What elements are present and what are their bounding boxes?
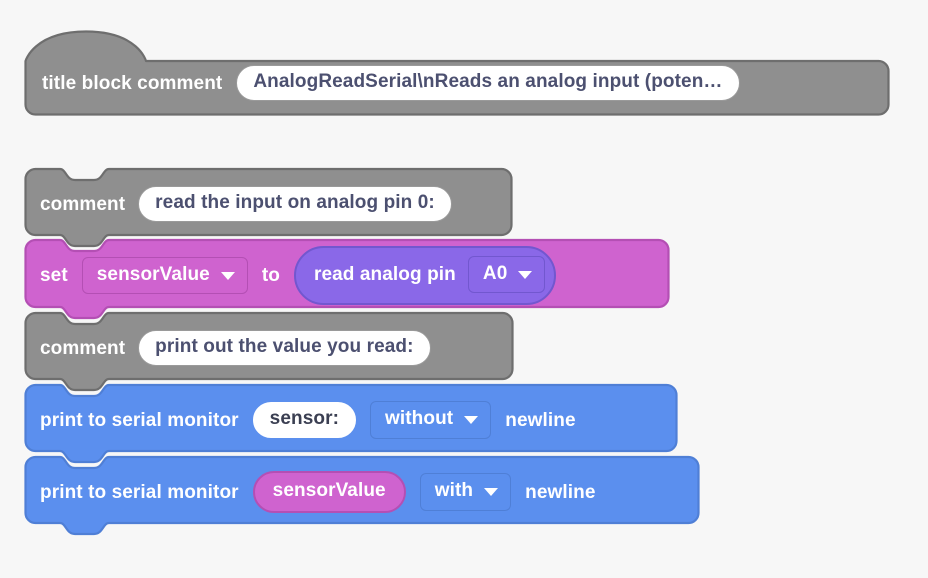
block-label-set: set xyxy=(40,265,68,286)
block-comment-print-value[interactable]: comment print out the value you read: xyxy=(24,311,514,392)
block-label-newline: newline xyxy=(525,481,596,503)
print-text-field[interactable]: sensor: xyxy=(252,402,356,438)
block-set-variable[interactable]: set sensorValue to read analog pin A0 xyxy=(24,238,670,320)
analog-pin-dropdown[interactable]: A0 xyxy=(467,255,546,294)
reporter-variable-sensorvalue[interactable]: sensorValue xyxy=(252,471,406,513)
block-print-serial-sensor-label[interactable]: print to serial monitor sensor: without … xyxy=(24,383,678,464)
newline-mode-dropdown-value: without xyxy=(385,408,454,430)
block-label-print-to-serial-monitor: print to serial monitor xyxy=(40,481,239,503)
block-label-print-to-serial-monitor: print to serial monitor xyxy=(40,409,239,431)
blocks-workspace[interactable]: title block comment AnalogReadSerial\nRe… xyxy=(0,0,928,578)
reporter-variable-name: sensorValue xyxy=(272,480,386,502)
chevron-down-icon xyxy=(464,416,479,424)
newline-mode-dropdown[interactable]: without xyxy=(370,401,492,439)
newline-mode-dropdown-value: with xyxy=(434,480,474,502)
chevron-down-icon xyxy=(220,271,235,280)
analog-pin-dropdown-value: A0 xyxy=(482,262,508,284)
block-label-comment: comment xyxy=(40,337,126,359)
block-label-comment: comment xyxy=(40,193,126,215)
chevron-down-icon xyxy=(484,488,499,496)
block-comment-read-input[interactable]: comment read the input on analog pin 0: xyxy=(24,167,513,248)
reporter-label-read-analog-pin: read analog pin xyxy=(313,263,456,285)
newline-mode-dropdown[interactable]: with xyxy=(419,473,512,511)
comment-text-field-1[interactable]: read the input on analog pin 0: xyxy=(138,186,452,222)
block-print-serial-sensor-value[interactable]: print to serial monitor sensorValue with… xyxy=(24,455,700,536)
variable-dropdown-value: sensorValue xyxy=(96,263,210,285)
block-label-title-block-comment: title block comment xyxy=(42,72,223,94)
block-title-block-comment[interactable]: title block comment AnalogReadSerial\nRe… xyxy=(24,20,890,116)
comment-text-field-2[interactable]: print out the value you read: xyxy=(138,330,431,366)
block-label-newline: newline xyxy=(505,409,576,431)
reporter-read-analog-pin[interactable]: read analog pin A0 xyxy=(293,245,557,306)
title-comment-text-field[interactable]: AnalogReadSerial\nReads an analog input … xyxy=(236,65,740,101)
variable-dropdown-sensorvalue[interactable]: sensorValue xyxy=(81,256,248,295)
chevron-down-icon xyxy=(518,270,533,279)
block-label-to: to xyxy=(261,265,280,286)
